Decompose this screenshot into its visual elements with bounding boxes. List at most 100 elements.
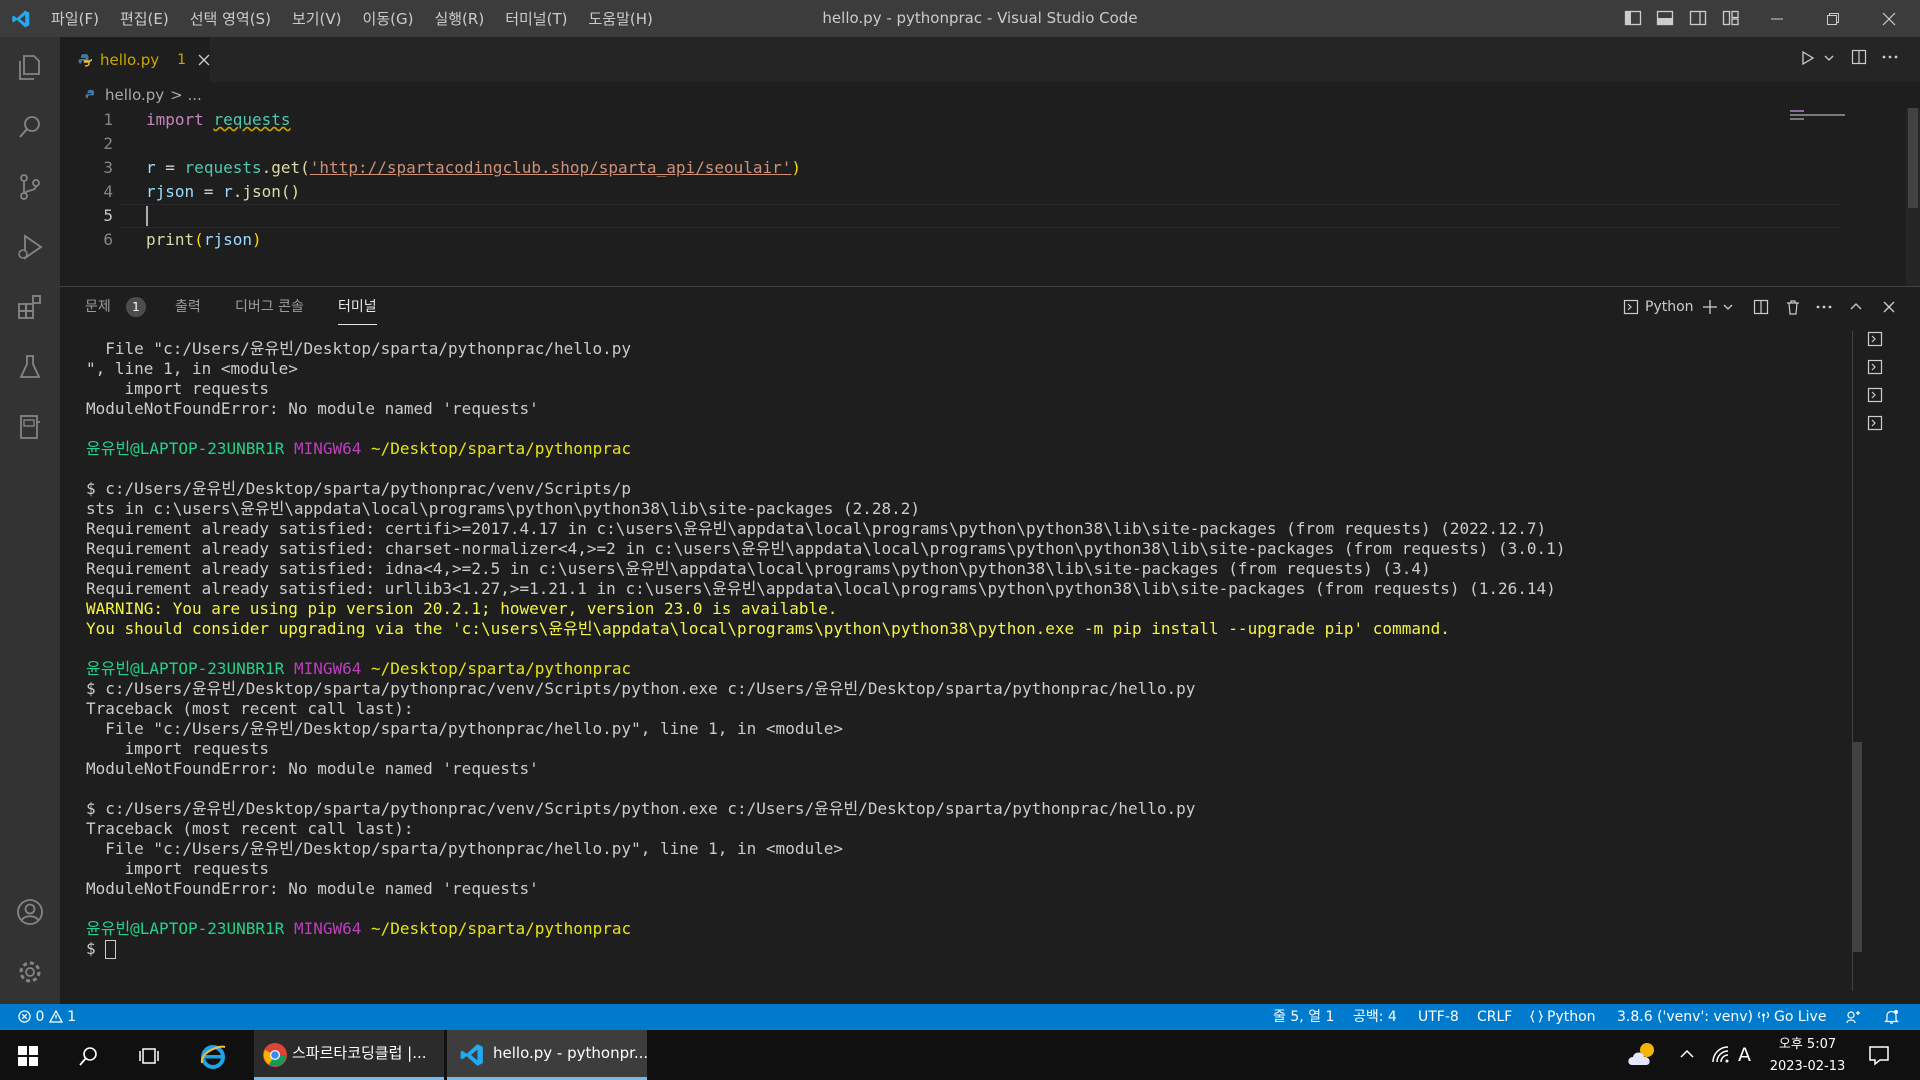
title-bar: 파일(F) 편집(E) 선택 영역(S) 보기(V) 이동(G) 실행(R) 터… <box>0 0 1920 37</box>
line-number: 4 <box>103 182 113 201</box>
code-editor[interactable]: 1 2 3 4 5 6 import requests r = requests… <box>60 108 1920 286</box>
clock[interactable]: 오후 5:07 2023-02-13 <box>1760 1034 1855 1078</box>
search-icon[interactable] <box>15 112 45 142</box>
terminal-line: Requirement already satisfied: charset-n… <box>86 539 1566 558</box>
problems-status[interactable]: 0 1 <box>18 1004 76 1030</box>
terminal-line: ", line 1, in <module> <box>86 359 298 378</box>
toggle-panel-icon[interactable] <box>1656 9 1674 27</box>
terminal-output[interactable]: File "c:/Users/윤유빈/Desktop/sparta/python… <box>86 339 1565 959</box>
windows-start-icon[interactable] <box>18 1046 38 1066</box>
terminal-line: import requests <box>86 859 270 878</box>
encoding[interactable]: UTF-8 <box>1418 1004 1459 1030</box>
panel-more-actions-icon[interactable] <box>1816 305 1832 309</box>
tab-debug-console[interactable]: 디버그 콘솔 <box>235 287 304 327</box>
terminal-line: Traceback (most recent call last): <box>86 699 414 718</box>
minimize-button[interactable] <box>1754 0 1800 37</box>
python-interpreter[interactable]: 3.8.6 ('venv': venv) <box>1617 1004 1753 1030</box>
tab-output[interactable]: 출력 <box>175 287 201 327</box>
terminal-cursor <box>105 940 117 959</box>
menu-help[interactable]: 도움말(H) <box>588 8 652 29</box>
run-options-chevron-down-icon[interactable] <box>1824 54 1834 62</box>
trash-icon[interactable] <box>1785 299 1801 315</box>
testing-flask-icon[interactable] <box>15 352 45 382</box>
toggle-secondary-sidebar-icon[interactable] <box>1689 9 1707 27</box>
module-name: requests <box>184 158 262 177</box>
wifi-icon[interactable] <box>1710 1044 1730 1064</box>
new-terminal-plus-icon[interactable] <box>1702 299 1718 315</box>
weather-cloud-icon[interactable] <box>1626 1038 1660 1072</box>
breadcrumb-symbols[interactable]: > ... <box>170 86 202 104</box>
taskbar-search-icon[interactable] <box>78 1045 100 1067</box>
language-mode[interactable]: Python <box>1530 1004 1596 1030</box>
close-tab-icon[interactable] <box>198 54 210 66</box>
breadcrumb-file[interactable]: hello.py <box>105 86 164 104</box>
show-hidden-icons-chevron-up-icon[interactable] <box>1680 1049 1694 1059</box>
menu-go[interactable]: 이동(G) <box>363 8 414 29</box>
source-control-icon[interactable] <box>15 172 45 202</box>
close-panel-icon[interactable] <box>1883 301 1895 313</box>
prompt-env: MINGW64 <box>293 439 362 458</box>
terminal-options-chevron-down-icon[interactable] <box>1723 303 1733 311</box>
code-line-4: rjson = r.json() <box>146 180 300 204</box>
toggle-sidebar-icon[interactable] <box>1624 9 1642 27</box>
terminal-instance-icon[interactable] <box>1867 331 1883 347</box>
tab-terminal[interactable]: 터미널 <box>338 287 377 325</box>
notification-center-icon[interactable] <box>1868 1044 1890 1066</box>
menu-edit[interactable]: 편집(E) <box>120 8 169 29</box>
menu-selection[interactable]: 선택 영역(S) <box>190 8 271 29</box>
account-icon[interactable] <box>15 897 45 927</box>
end-of-line[interactable]: CRLF <box>1477 1004 1512 1030</box>
split-terminal-icon[interactable] <box>1753 299 1769 315</box>
maximize-panel-chevron-up-icon[interactable] <box>1850 301 1862 311</box>
menu-view[interactable]: 보기(V) <box>292 8 342 29</box>
prompt-symbol: $ <box>86 939 96 958</box>
terminal-shell-label[interactable]: Python <box>1645 287 1694 327</box>
task-view-icon[interactable] <box>138 1045 160 1067</box>
minimap[interactable] <box>1790 108 1850 120</box>
ime-indicator[interactable]: A <box>1738 1030 1751 1080</box>
function-call: .json() <box>232 182 301 201</box>
tab-hello-py[interactable]: hello.py 1 <box>60 37 210 82</box>
prompt-path: ~/Desktop/sparta/pythonprac <box>371 919 632 938</box>
run-debug-icon[interactable] <box>15 232 45 262</box>
line-number: 6 <box>103 230 113 249</box>
terminal-instance-icon[interactable] <box>1867 387 1883 403</box>
close-window-button[interactable] <box>1866 0 1912 37</box>
taskbar-chrome-window[interactable]: 스파르타코딩클럽 |... <box>254 1030 444 1080</box>
clock-time: 오후 5:07 <box>1778 1037 1837 1052</box>
feedback-icon[interactable] <box>1846 1010 1861 1025</box>
cursor-position[interactable]: 줄 5, 열 1 <box>1273 1004 1334 1030</box>
variable: r <box>146 158 156 177</box>
menu-terminal[interactable]: 터미널(T) <box>505 8 567 29</box>
notifications-bell-icon[interactable] <box>1884 1009 1899 1025</box>
restore-icon <box>1827 12 1839 25</box>
chrome-window-label: 스파르타코딩클럽 |... <box>292 1044 427 1062</box>
run-file-icon[interactable] <box>1800 50 1816 66</box>
menu-run[interactable]: 실행(R) <box>434 8 484 29</box>
extensions-icon[interactable] <box>15 292 45 322</box>
split-editor-icon[interactable] <box>1851 49 1867 65</box>
terminal-input-line[interactable]: $ <box>86 939 1565 959</box>
go-live-button[interactable]: Go Live <box>1757 1004 1826 1030</box>
internet-explorer-icon[interactable] <box>198 1041 228 1071</box>
indentation[interactable]: 공백: 4 <box>1353 1004 1397 1030</box>
terminal-scrollbar[interactable] <box>1852 742 1862 952</box>
restore-button[interactable] <box>1810 0 1856 37</box>
taskbar-vscode-window[interactable]: hello.py - pythonpr... <box>447 1030 648 1080</box>
tab-problems[interactable]: 문제 <box>85 287 111 327</box>
function-call: print <box>146 230 195 249</box>
string-literal: 'http://spartacodingclub.shop/sparta_api… <box>309 158 792 177</box>
menu-file[interactable]: 파일(F) <box>51 8 99 29</box>
more-actions-icon[interactable] <box>1882 55 1898 59</box>
explorer-icon[interactable] <box>15 52 45 82</box>
terminal-instance-icon[interactable] <box>1867 415 1883 431</box>
editor-scrollbar[interactable] <box>1906 108 1920 286</box>
remote-explorer-icon[interactable] <box>15 412 45 442</box>
function-call: .get( <box>261 158 310 177</box>
customize-layout-icon[interactable] <box>1722 9 1740 27</box>
terminal-instance-icon[interactable] <box>1867 359 1883 375</box>
settings-gear-icon[interactable] <box>15 957 45 987</box>
